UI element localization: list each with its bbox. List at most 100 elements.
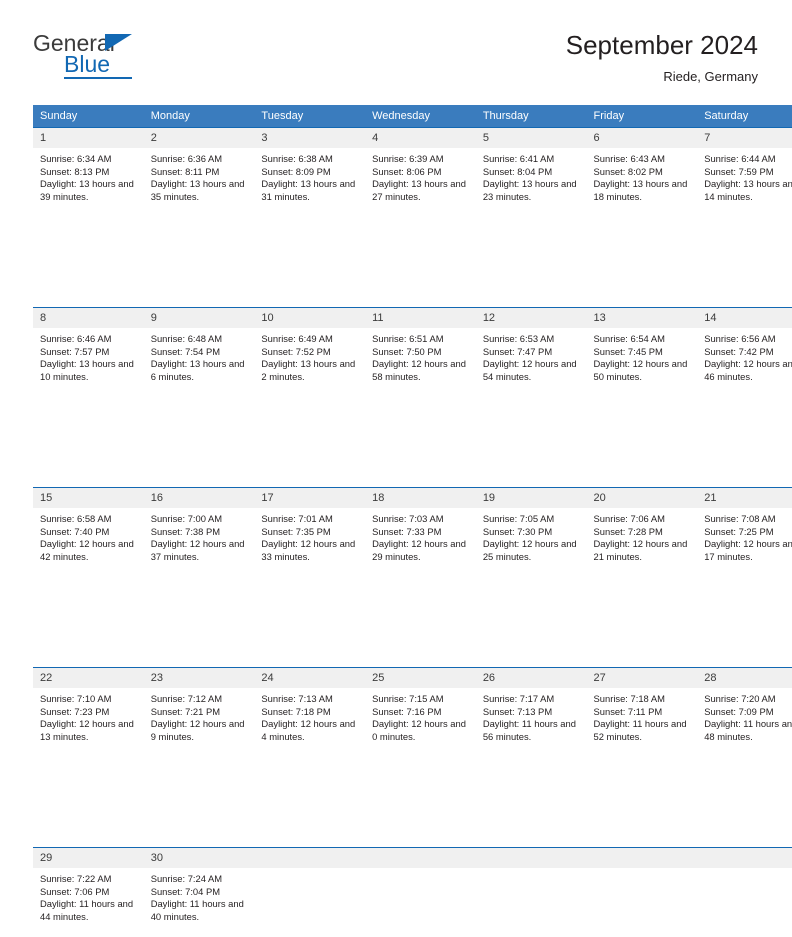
calendar-day-cell[interactable]: 23 Sunrise: 7:12 AM Sunset: 7:21 PM Dayligh… (143, 667, 255, 757)
sunset-text: Sunset: 8:09 PM (261, 165, 331, 177)
day-number: 1 (33, 128, 144, 148)
calendar-day-cell[interactable]: 19 Sunrise: 7:05 AM Sunset: 7:30 PM Dayligh… (475, 487, 587, 577)
calendar-grid: Sunday Monday Tuesday Wednesday Thursday… (33, 105, 792, 937)
day-number: 8 (33, 308, 144, 328)
sunset-text: Sunset: 7:09 PM (704, 705, 774, 717)
day-number: 26 (475, 668, 587, 688)
sunset-text: Sunset: 7:18 PM (261, 705, 331, 717)
calendar-day-cell[interactable]: 22 Sunrise: 7:10 AM Sunset: 7:23 PM Dayligh… (33, 667, 144, 757)
calendar-day-cell[interactable]: 7 Sunrise: 6:44 AM Sunset: 7:59 PM Daylight… (697, 127, 792, 217)
calendar-week-row: 8 Sunrise: 6:46 AM Sunset: 7:57 PM Daylight… (33, 307, 792, 397)
calendar-day-cell[interactable]: 2 Sunrise: 6:36 AM Sunset: 8:11 PM Daylight… (143, 127, 255, 217)
calendar-day-cell[interactable]: 17 Sunrise: 7:01 AM Sunset: 7:35 PM Dayligh… (254, 487, 366, 577)
day-number (254, 848, 366, 868)
calendar-day-cell[interactable]: 27 Sunrise: 7:18 AM Sunset: 7:11 PM Dayligh… (586, 667, 698, 757)
week-spacer (33, 397, 792, 487)
calendar-day-cell-empty (254, 847, 366, 937)
calendar-header-row: Sunday Monday Tuesday Wednesday Thursday… (33, 105, 792, 127)
sunset-text: Sunset: 7:04 PM (150, 885, 221, 897)
sunset-text: Sunset: 7:28 PM (593, 525, 663, 537)
daylight-text: Daylight: 12 hours and 33 minutes. (261, 538, 356, 562)
weekday-header-sunday: Sunday (33, 105, 144, 127)
sunset-text: Sunset: 7:59 PM (704, 165, 774, 177)
day-number: 5 (475, 128, 587, 148)
sunrise-text: Sunrise: 6:46 AM (40, 333, 112, 344)
daylight-text: Daylight: 12 hours and 9 minutes. (150, 718, 245, 742)
calendar-day-cell[interactable]: 8 Sunrise: 6:46 AM Sunset: 7:57 PM Daylight… (33, 307, 144, 397)
sunrise-text: Sunrise: 6:34 AM (40, 153, 112, 164)
calendar-day-cell[interactable]: 10 Sunrise: 6:49 AM Sunset: 7:52 PM Dayligh… (254, 307, 366, 397)
title-block: September 2024 Riede, Germany (566, 30, 758, 86)
daylight-text: Daylight: 12 hours and 46 minutes. (704, 358, 792, 382)
sunrise-text: Sunrise: 7:10 AM (40, 693, 112, 704)
brand-underline (64, 77, 132, 79)
sunrise-text: Sunrise: 7:03 AM (372, 513, 444, 524)
day-number: 29 (33, 848, 144, 868)
daylight-text: Daylight: 12 hours and 58 minutes. (372, 358, 466, 382)
daylight-text: Daylight: 12 hours and 50 minutes. (593, 358, 688, 382)
calendar-day-cell[interactable]: 21 Sunrise: 7:08 AM Sunset: 7:25 PM Dayligh… (697, 487, 792, 577)
calendar-day-cell[interactable]: 16 Sunrise: 7:00 AM Sunset: 7:38 PM Dayligh… (143, 487, 255, 577)
sunset-text: Sunset: 7:30 PM (482, 525, 553, 537)
sunset-text: Sunset: 7:38 PM (150, 525, 221, 537)
calendar-day-cell[interactable]: 28 Sunrise: 7:20 AM Sunset: 7:09 PM Dayligh… (697, 667, 792, 757)
sunrise-text: Sunrise: 6:48 AM (150, 333, 223, 344)
sunrise-text: Sunrise: 6:43 AM (593, 153, 665, 164)
calendar-day-cell[interactable]: 13 Sunrise: 6:54 AM Sunset: 7:45 PM Dayligh… (586, 307, 698, 397)
sunrise-text: Sunrise: 6:56 AM (704, 333, 776, 344)
sunrise-text: Sunrise: 6:54 AM (593, 333, 665, 344)
sunrise-text: Sunrise: 7:24 AM (150, 873, 223, 884)
sunrise-text: Sunrise: 6:41 AM (482, 153, 555, 164)
day-number (586, 848, 698, 868)
calendar-table: Sunday Monday Tuesday Wednesday Thursday… (33, 105, 792, 937)
weekday-header-monday: Monday (143, 105, 255, 127)
day-number: 24 (254, 668, 366, 688)
brand-logo[interactable]: General Blue (33, 30, 253, 82)
calendar-day-cell[interactable]: 14 Sunrise: 6:56 AM Sunset: 7:42 PM Dayligh… (697, 307, 792, 397)
sunset-text: Sunset: 7:50 PM (372, 345, 442, 357)
sunset-text: Sunset: 7:23 PM (40, 705, 110, 717)
sunset-text: Sunset: 7:45 PM (593, 345, 663, 357)
calendar-day-cell-empty (365, 847, 476, 937)
sunset-text: Sunset: 7:16 PM (372, 705, 442, 717)
day-number: 17 (254, 488, 366, 508)
calendar-day-cell[interactable]: 15 Sunrise: 6:58 AM Sunset: 7:40 PM Dayligh… (33, 487, 144, 577)
calendar-day-cell[interactable]: 11 Sunrise: 6:51 AM Sunset: 7:50 PM Dayligh… (365, 307, 476, 397)
sunset-text: Sunset: 8:04 PM (482, 165, 553, 177)
daylight-text: Daylight: 11 hours and 44 minutes. (40, 898, 134, 922)
day-number: 10 (254, 308, 366, 328)
calendar-day-cell[interactable]: 9 Sunrise: 6:48 AM Sunset: 7:54 PM Daylight… (143, 307, 255, 397)
sunrise-text: Sunrise: 6:39 AM (372, 153, 444, 164)
calendar-day-cell[interactable]: 6 Sunrise: 6:43 AM Sunset: 8:02 PM Daylight… (586, 127, 698, 217)
daylight-text: Daylight: 12 hours and 42 minutes. (40, 538, 134, 562)
calendar-week-row: 15 Sunrise: 6:58 AM Sunset: 7:40 PM Dayligh… (33, 487, 792, 577)
sunset-text: Sunset: 8:06 PM (372, 165, 442, 177)
day-number (365, 848, 476, 868)
sunset-text: Sunset: 7:25 PM (704, 525, 774, 537)
sunset-text: Sunset: 7:21 PM (150, 705, 221, 717)
calendar-day-cell[interactable]: 30 Sunrise: 7:24 AM Sunset: 7:04 PM Dayligh… (143, 847, 255, 937)
sunrise-text: Sunrise: 6:49 AM (261, 333, 333, 344)
sunset-text: Sunset: 7:40 PM (40, 525, 110, 537)
sunrise-text: Sunrise: 6:51 AM (372, 333, 444, 344)
weekday-header-wednesday: Wednesday (365, 105, 476, 127)
sunrise-text: Sunrise: 7:12 AM (150, 693, 223, 704)
calendar-day-cell[interactable]: 4 Sunrise: 6:39 AM Sunset: 8:06 PM Daylight… (365, 127, 476, 217)
calendar-day-cell[interactable]: 24 Sunrise: 7:13 AM Sunset: 7:18 PM Dayligh… (254, 667, 366, 757)
calendar-day-cell[interactable]: 26 Sunrise: 7:17 AM Sunset: 7:13 PM Dayligh… (475, 667, 587, 757)
calendar-day-cell[interactable]: 29 Sunrise: 7:22 AM Sunset: 7:06 PM Dayligh… (33, 847, 144, 937)
sunrise-text: Sunrise: 7:01 AM (261, 513, 333, 524)
calendar-day-cell[interactable]: 18 Sunrise: 7:03 AM Sunset: 7:33 PM Dayligh… (365, 487, 476, 577)
sunset-text: Sunset: 7:42 PM (704, 345, 774, 357)
calendar-day-cell[interactable]: 5 Sunrise: 6:41 AM Sunset: 8:04 PM Daylight… (475, 127, 587, 217)
daylight-text: Daylight: 13 hours and 2 minutes. (261, 358, 356, 382)
calendar-day-cell[interactable]: 20 Sunrise: 7:06 AM Sunset: 7:28 PM Dayligh… (586, 487, 698, 577)
day-number: 9 (143, 308, 255, 328)
calendar-day-cell[interactable]: 3 Sunrise: 6:38 AM Sunset: 8:09 PM Daylight… (254, 127, 366, 217)
brand-triangle-icon (105, 34, 132, 51)
calendar-day-cell[interactable]: 25 Sunrise: 7:15 AM Sunset: 7:16 PM Dayligh… (365, 667, 476, 757)
calendar-day-cell[interactable]: 1 Sunrise: 6:34 AM Sunset: 8:13 PM Daylight… (33, 127, 144, 217)
calendar-day-cell[interactable]: 12 Sunrise: 6:53 AM Sunset: 7:47 PM Dayligh… (475, 307, 587, 397)
daylight-text: Daylight: 12 hours and 13 minutes. (40, 718, 134, 742)
sunset-text: Sunset: 7:06 PM (40, 885, 110, 897)
